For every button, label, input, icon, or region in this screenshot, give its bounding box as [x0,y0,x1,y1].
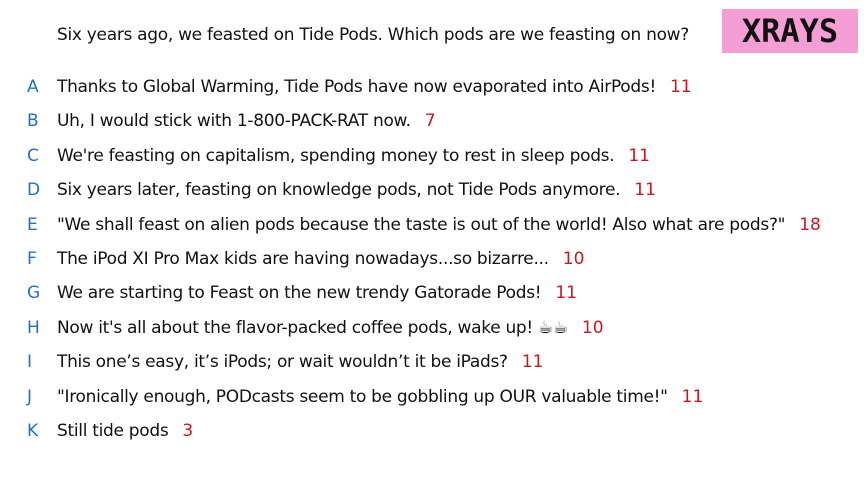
answer-count: 11 [634,180,656,201]
answer-letter: D [27,180,41,201]
answer-letter: G [27,283,41,304]
answer-count: 11 [628,145,650,166]
answer-letter: J [27,386,33,407]
answer-count: 10 [562,248,585,269]
answer-letter: A [27,77,39,97]
answer-count: 7 [424,111,436,132]
answer-item-c: C We're feasting on capitalism, spending… [0,143,864,177]
answer-item-h: H Now it's all about the flavor-packed c… [0,315,864,349]
answer-letter: E [27,214,38,235]
answer-text: Thanks to Global Warming, Tide Pods have… [57,77,692,97]
answer-text: We're feasting on capitalism, spending m… [57,145,650,166]
answer-letter: C [27,145,39,166]
answer-text: Six years later, feasting on knowledge p… [57,180,656,201]
answer-text: Now it's all about the flavor-packed cof… [57,317,604,338]
answer-letter: B [27,111,39,132]
answer-item-i: I This one’s easy, it’s iPods; or wait w… [0,349,864,383]
answer-letter: K [27,420,39,441]
answer-letter: H [27,317,40,338]
answer-text: The iPod XI Pro Max kids are having nowa… [57,248,585,269]
answer-item-j: J "Ironically enough, PODcasts seem to b… [0,384,864,418]
answer-item-g: G We are starting to Feast on the new tr… [0,280,864,314]
answer-text: This one’s easy, it’s iPods; or wait wou… [57,352,544,373]
logo-text: XRAYS [741,12,839,50]
answer-text: Still tide pods 3 [57,420,194,441]
answer-count: 10 [581,317,604,338]
xrays-logo: XRAYS [722,9,858,53]
answer-count: 18 [799,214,821,235]
answer-count: 11 [669,77,692,97]
answer-text: Uh, I would stick with 1-800-PACK-RAT no… [57,111,436,132]
answer-count: 11 [521,352,544,373]
answer-item-k: K Still tide pods 3 [0,418,864,452]
answer-item-e: E "We shall feast on alien pods because … [0,212,864,246]
answer-item-a: A Thanks to Global Warming, Tide Pods ha… [0,74,864,108]
answer-text: "We shall feast on alien pods because th… [57,214,821,235]
answer-text: "Ironically enough, PODcasts seem to be … [57,386,704,407]
answer-letter: I [27,352,33,373]
answer-count: 11 [681,386,704,407]
answer-list: A Thanks to Global Warming, Tide Pods ha… [0,74,864,452]
answer-count: 11 [555,283,577,304]
question-text: Six years ago, we feasted on Tide Pods. … [57,25,690,45]
answer-text: We are starting to Feast on the new tren… [57,283,577,304]
answer-item-d: D Six years later, feasting on knowledge… [0,177,864,211]
answer-letter: F [27,248,37,269]
answer-item-f: F The iPod XI Pro Max kids are having no… [0,246,864,280]
answer-count: 3 [182,420,194,441]
answer-item-b: B Uh, I would stick with 1-800-PACK-RAT … [0,108,864,142]
